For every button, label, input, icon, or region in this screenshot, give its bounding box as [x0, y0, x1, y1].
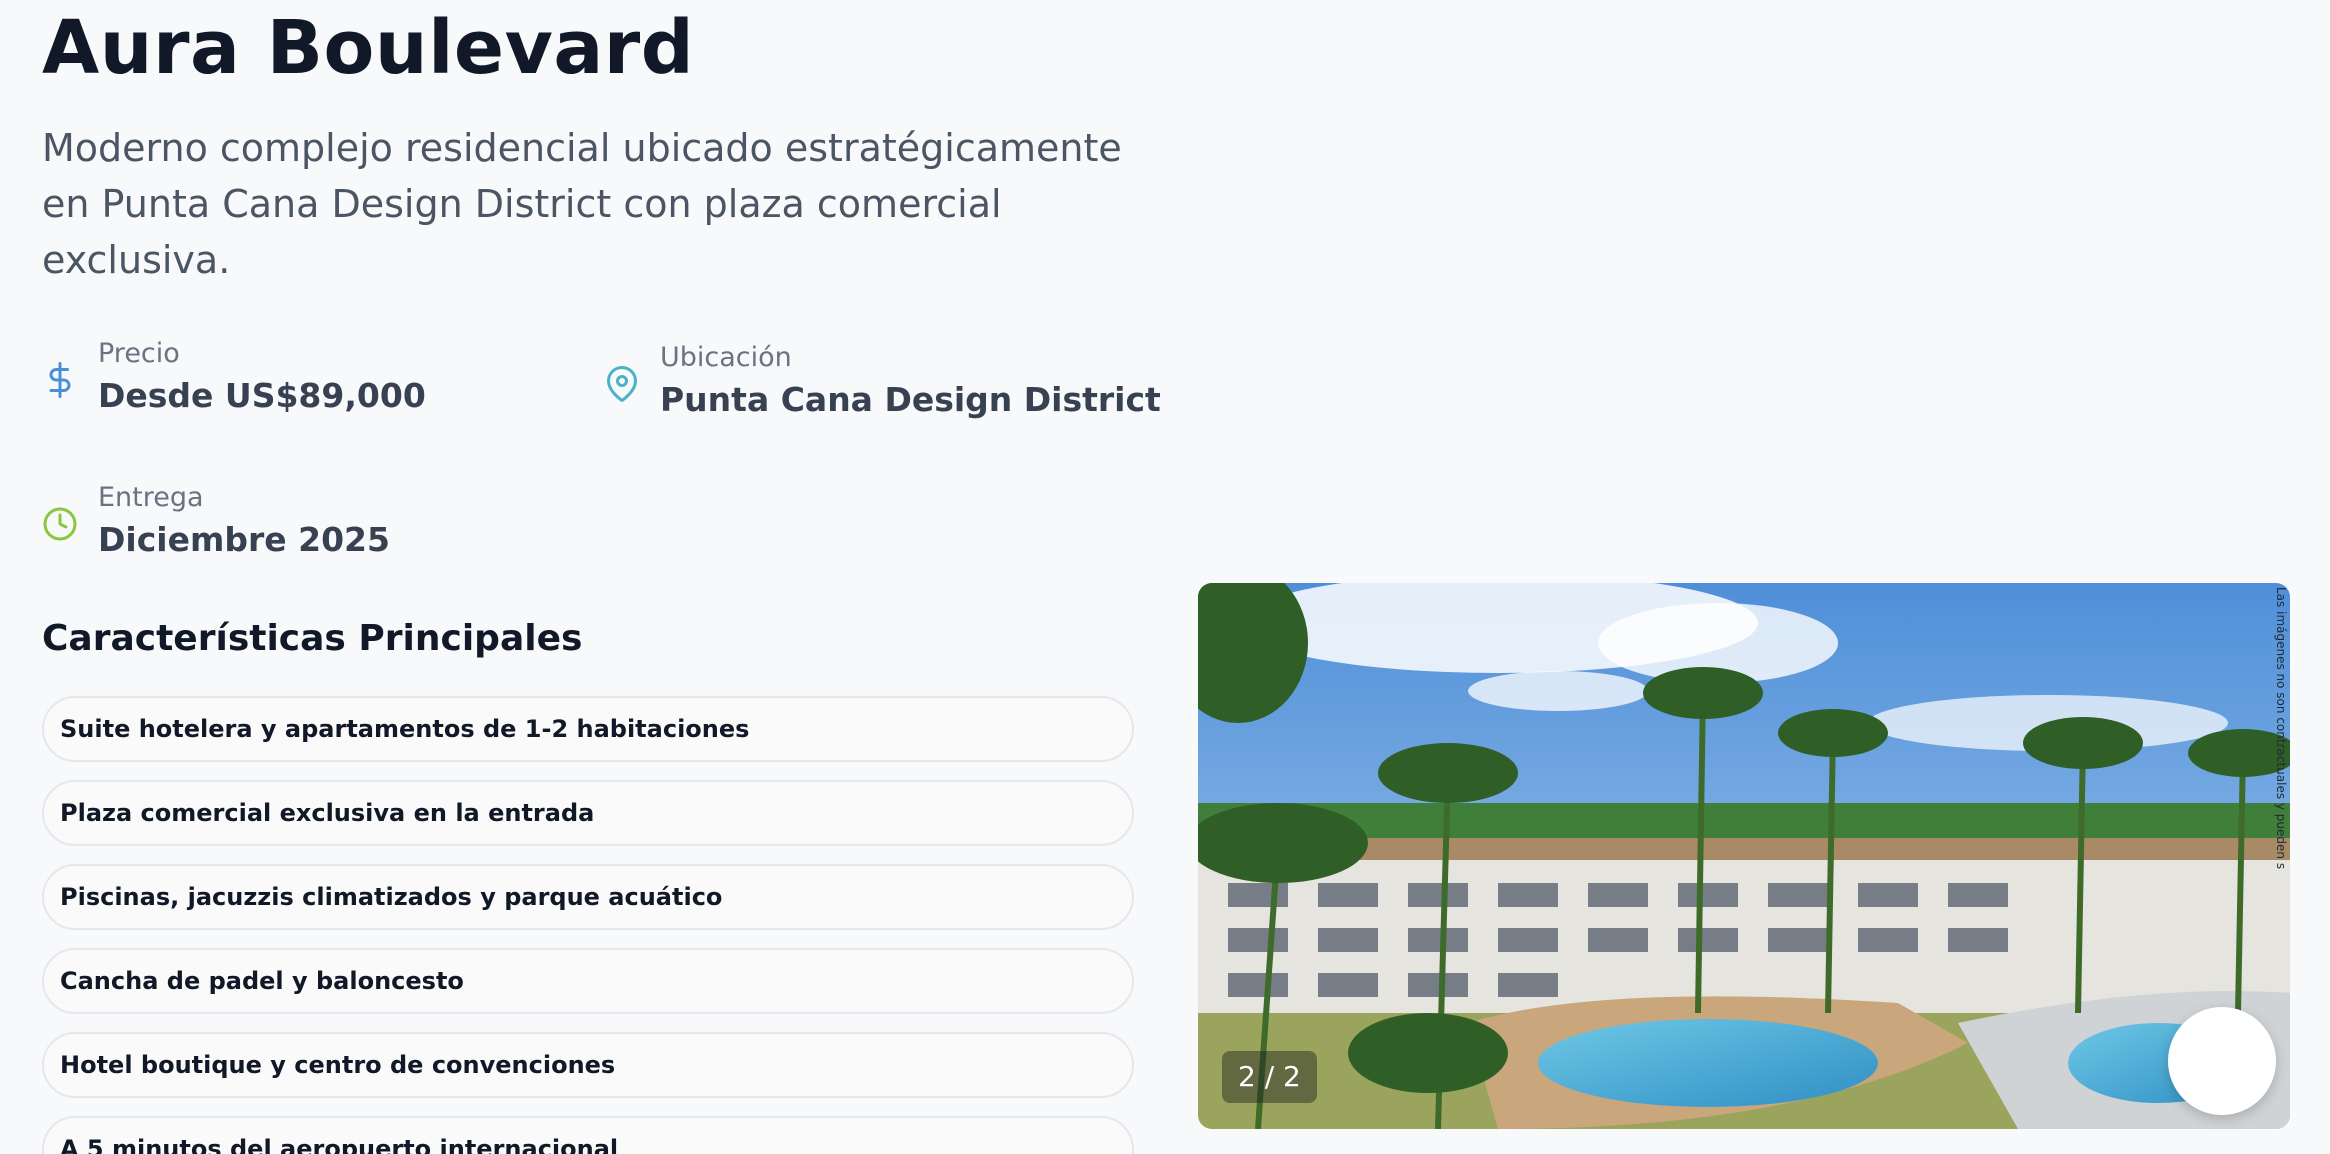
- feature-item: Piscinas, jacuzzis climatizados y parque…: [42, 864, 1134, 930]
- feature-item: Hotel boutique y centro de convenciones: [42, 1032, 1134, 1098]
- feature-item: Plaza comercial exclusiva en la entrada: [42, 780, 1134, 846]
- price-value: Desde US$89,000: [98, 376, 426, 415]
- floating-action-button[interactable]: [2168, 1007, 2276, 1115]
- price-label: Precio: [98, 338, 180, 369]
- project-description: Moderno complejo residencial ubicado est…: [42, 126, 1122, 282]
- dollar-icon: [49, 362, 71, 398]
- page-title: Aura Boulevard: [42, 5, 695, 91]
- clock-icon: [43, 507, 77, 541]
- image-gallery[interactable]: Las imágenes no son contractuales y pued…: [1198, 583, 2290, 1129]
- location-value: Punta Cana Design District: [660, 380, 1161, 419]
- resort-render-image: [1198, 583, 2290, 1129]
- feature-item: A 5 minutos del aeropuerto internacional: [42, 1116, 1134, 1154]
- project-detail-page: Aura Boulevard Moderno complejo residenc…: [0, 0, 2330, 1154]
- price-stat: Precio Desde US$89,000: [42, 336, 426, 420]
- gallery-counter: 2 / 2: [1222, 1051, 1317, 1103]
- location-stat: Ubicación Punta Cana Design District: [604, 340, 1161, 424]
- location-label: Ubicación: [660, 342, 792, 373]
- feature-item: Suite hotelera y apartamentos de 1-2 hab…: [42, 696, 1134, 762]
- features-list: Suite hotelera y apartamentos de 1-2 hab…: [42, 696, 1134, 1154]
- feature-item: Cancha de padel y baloncesto: [42, 948, 1134, 1014]
- delivery-label: Entrega: [98, 482, 204, 513]
- delivery-stat: Entrega Diciembre 2025: [42, 480, 390, 564]
- map-pin-icon: [607, 366, 637, 402]
- features-title: Características Principales: [42, 618, 583, 659]
- image-disclaimer: Las imágenes no son contractuales y pued…: [2274, 587, 2288, 870]
- delivery-value: Diciembre 2025: [98, 520, 390, 559]
